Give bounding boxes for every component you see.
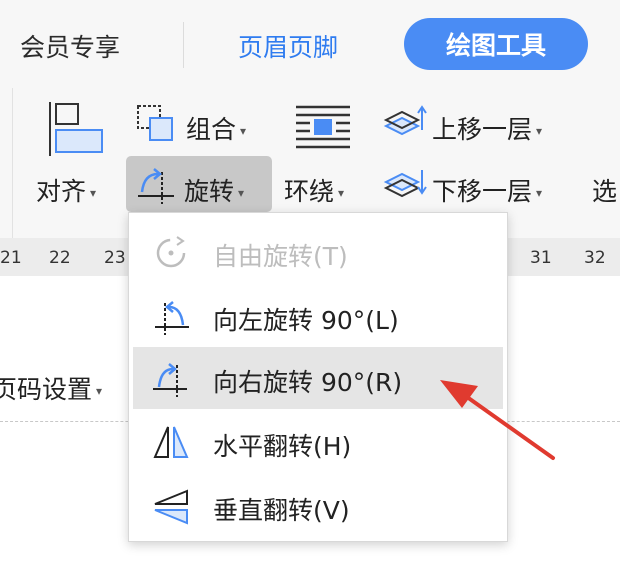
send-backward-icon	[383, 170, 427, 198]
ruler-tick: 21	[0, 248, 22, 268]
bring-forward-label: 上移一层 ▾	[432, 115, 543, 144]
tab-bar: 会员专享 页眉页脚 绘图工具	[0, 0, 620, 88]
flip-vertical-icon	[154, 489, 188, 525]
wrap-icon	[296, 105, 350, 149]
align-label: 对齐 ▾	[36, 177, 97, 206]
tab-header-footer[interactable]: 页眉页脚	[238, 28, 338, 64]
menu-item-flip-vertical[interactable]: 垂直翻转(V)	[129, 475, 507, 537]
align-icon	[49, 102, 103, 156]
menu-item-flip-horizontal[interactable]: 水平翻转(H)	[129, 411, 507, 473]
send-backward-label: 下移一层 ▾	[432, 177, 543, 206]
ruler-tick: 31	[530, 248, 552, 268]
rotate-dropdown-menu: 自由旋转(T) 向左旋转 90°(L) 向右旋转 90°(R) 水平翻转(H)	[128, 212, 508, 542]
menu-item-label: 垂直翻转(V)	[213, 496, 350, 525]
menu-item-free-rotate[interactable]: 自由旋转(T)	[129, 221, 507, 283]
select-button[interactable]: 选	[592, 172, 617, 208]
free-rotate-icon	[156, 236, 186, 268]
ruler-tick: 23	[104, 248, 126, 268]
rotate-label: 旋转 ▾	[184, 177, 245, 206]
tab-drawing-tools[interactable]: 绘图工具	[404, 18, 588, 70]
group-label: 组合 ▾	[186, 115, 247, 144]
menu-item-label: 自由旋转(T)	[213, 242, 348, 271]
rotate-left-icon	[155, 301, 189, 335]
rotate-right-icon	[153, 363, 187, 397]
ruler-tick: 32	[584, 248, 606, 268]
menu-item-label: 向右旋转 90°(R)	[213, 368, 403, 397]
rotate-icon	[138, 168, 174, 204]
group-icon	[137, 105, 173, 141]
flip-horizontal-icon	[153, 426, 189, 458]
menu-item-rotate-right[interactable]: 向右旋转 90°(R)	[133, 347, 503, 409]
tab-divider	[183, 22, 184, 68]
menu-item-label: 向左旋转 90°(L)	[213, 306, 399, 335]
page-number-settings-button[interactable]: 页码设置 ▾	[0, 370, 102, 406]
menu-item-rotate-left[interactable]: 向左旋转 90°(L)	[129, 285, 507, 347]
wrap-label: 环绕 ▾	[284, 177, 345, 206]
menu-item-label: 水平翻转(H)	[213, 432, 352, 461]
tab-member[interactable]: 会员专享	[20, 28, 120, 64]
bring-forward-icon	[383, 105, 427, 136]
ruler-tick: 22	[49, 248, 71, 268]
ribbon-divider	[12, 88, 13, 238]
